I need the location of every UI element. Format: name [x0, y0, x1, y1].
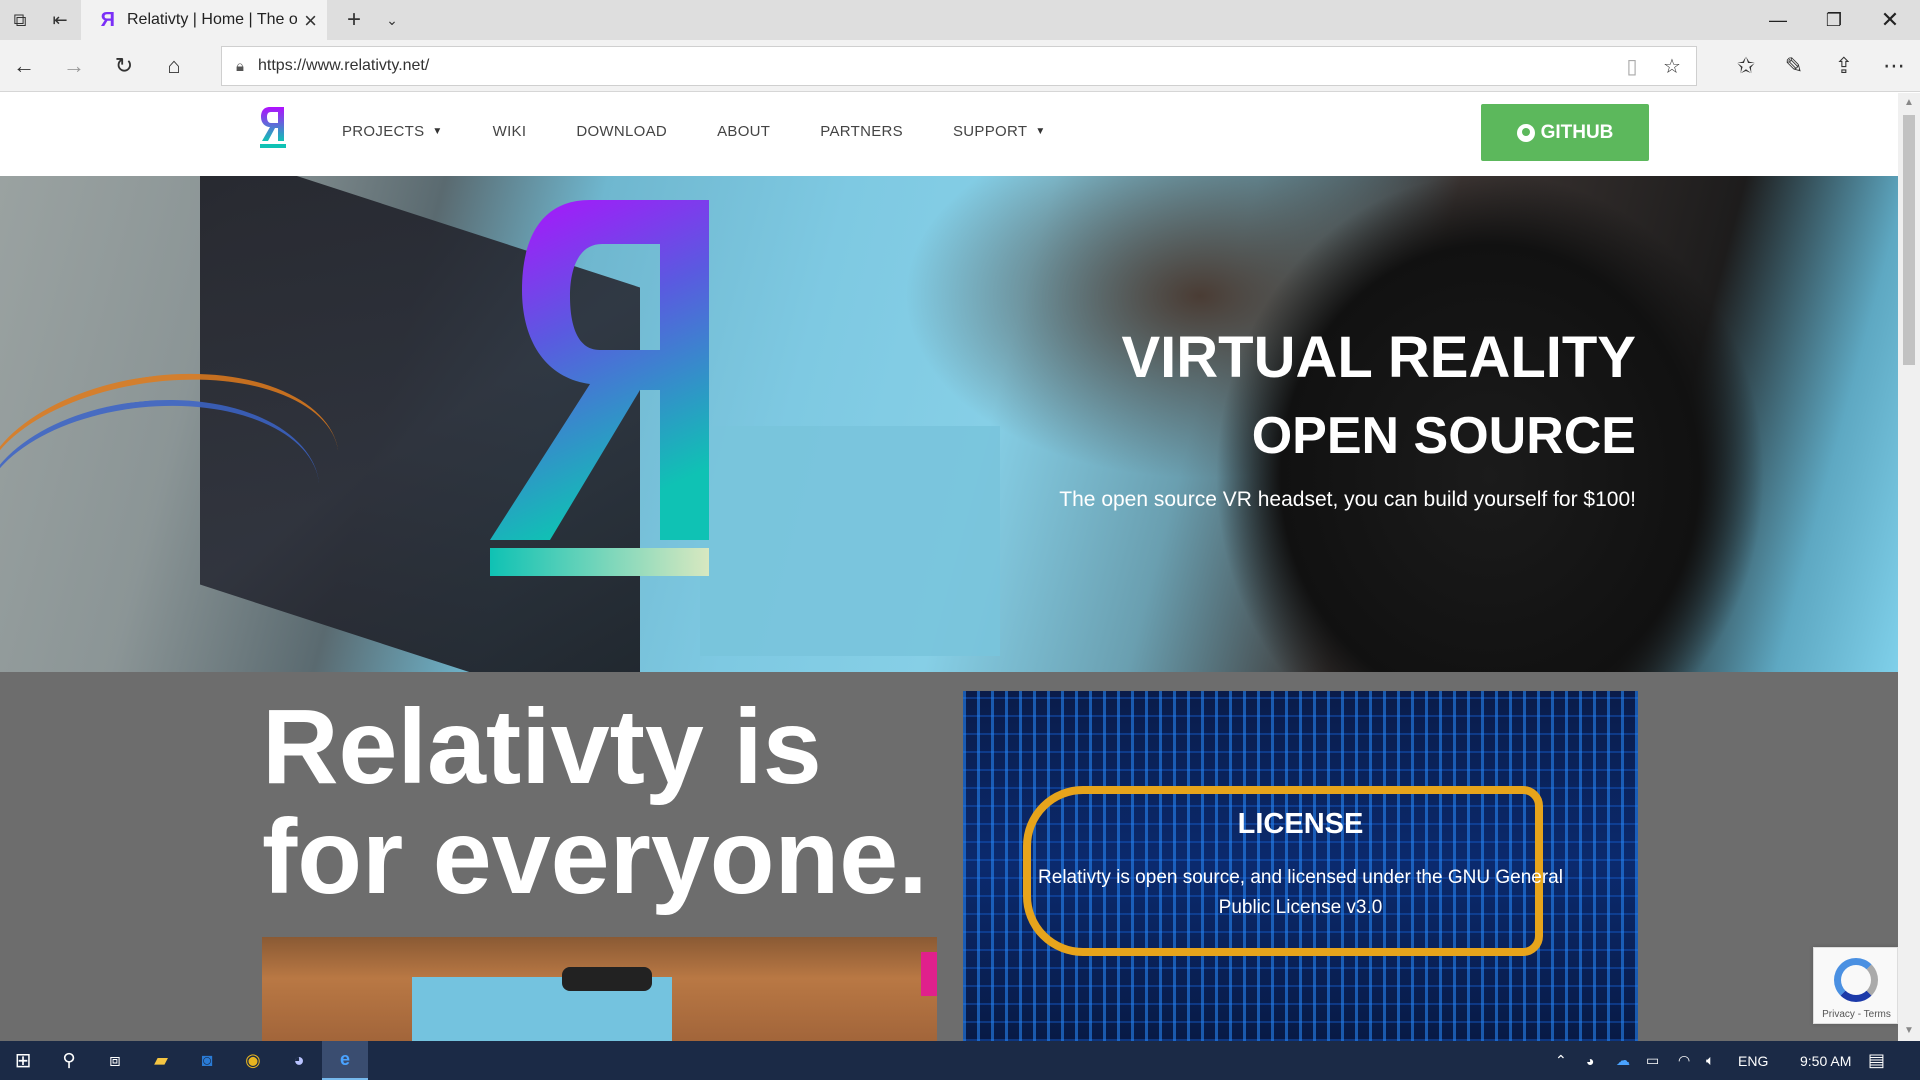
- menu-label: ABOUT: [717, 123, 771, 140]
- menu-item-about[interactable]: ABOUT: [717, 123, 770, 140]
- task-view-icon[interactable]: ⧈: [92, 1041, 138, 1080]
- home-icon[interactable]: ⌂: [154, 46, 194, 86]
- tab-title: Relativty | Home | The o: [127, 11, 297, 28]
- web-page: PROJECTS ▼ WIKI DOWNLOAD ABOUT PARTNERS S…: [0, 93, 1898, 1041]
- minimize-icon[interactable]: —: [1750, 0, 1806, 40]
- github-button-label: GITHUB: [1540, 121, 1614, 143]
- windows-taskbar: ⊞ ⚲ ⧈ ▰ ◙ ◉ ◕ e ⌃ ◕ ☁ ▭ ◠ 🔈︎ ENG 9:50 AM…: [0, 1041, 1920, 1080]
- github-icon: [1516, 123, 1535, 142]
- notes-pen-icon[interactable]: ✎: [1774, 46, 1814, 86]
- outlook-icon[interactable]: ◙: [184, 1041, 230, 1080]
- hero-tagline: The open source VR headset, you can buil…: [1059, 488, 1636, 511]
- chevron-down-icon: ▼: [1035, 126, 1046, 137]
- hero-title: VIRTUAL REALITY: [1121, 325, 1637, 390]
- menu-item-support[interactable]: SUPPORT ▼: [953, 123, 1046, 140]
- edge-icon[interactable]: e: [322, 1041, 368, 1080]
- menu-item-projects[interactable]: PROJECTS ▼: [342, 123, 443, 140]
- browser-navbar: ← → ↻ ⌂ 🔒︎ https://www.relativty.net/ ▯ …: [0, 40, 1920, 92]
- recaptcha-badge[interactable]: Privacy - Terms: [1813, 947, 1898, 1024]
- volume-icon[interactable]: 🔈︎: [1706, 1041, 1714, 1080]
- hero-logo: [490, 200, 709, 576]
- clock-time[interactable]: 9:50 AM: [1800, 1041, 1851, 1080]
- favorites-list-icon[interactable]: ✩: [1726, 46, 1766, 86]
- tab-list-chevron-icon[interactable]: ⌄: [372, 0, 412, 40]
- windows-start-icon[interactable]: ⊞: [0, 1041, 46, 1080]
- menu-item-partners[interactable]: PARTNERS: [820, 123, 903, 140]
- battery-icon[interactable]: ▭: [1646, 1041, 1659, 1080]
- intro-section: Relativty is for everyone. LICENSE Relat…: [0, 672, 1898, 1041]
- wifi-icon[interactable]: ◠: [1678, 1041, 1690, 1080]
- page-scrollbar[interactable]: ▲ ▼: [1898, 93, 1920, 1041]
- action-center-icon[interactable]: ▤: [1868, 1041, 1885, 1080]
- discord-tray-icon[interactable]: ◕: [1586, 1041, 1594, 1080]
- menu-item-wiki[interactable]: WIKI: [493, 123, 527, 140]
- tab-favicon-icon: R: [100, 9, 115, 31]
- recaptcha-icon: [1834, 958, 1878, 1002]
- address-bar[interactable]: 🔒︎ https://www.relativty.net/ ▯ ☆: [221, 46, 1697, 86]
- license-card[interactable]: LICENSE Relativty is open source, and li…: [963, 691, 1638, 1041]
- more-menu-icon[interactable]: ⋯: [1874, 46, 1914, 86]
- discord-icon[interactable]: ◕: [276, 1041, 322, 1080]
- language-indicator[interactable]: ENG: [1738, 1041, 1768, 1080]
- chevron-down-icon: ▼: [432, 126, 443, 137]
- menu-label: SUPPORT: [952, 123, 1028, 140]
- recaptcha-text[interactable]: Privacy - Terms: [1814, 1009, 1898, 1020]
- hero-headset-case: [700, 426, 1000, 656]
- hero-banner: VIRTUAL REALITY OPEN SOURCE The open sou…: [0, 176, 1898, 672]
- url-text: https://www.relativty.net/: [258, 57, 430, 74]
- browser-titlebar: ⧉ ⇤ R Relativty | Home | The o × + ⌄ — ❐…: [0, 0, 1920, 40]
- scroll-down-icon[interactable]: ▼: [1898, 1021, 1920, 1041]
- close-window-icon[interactable]: ✕: [1862, 0, 1918, 40]
- menu-label: WIKI: [492, 123, 527, 140]
- search-icon[interactable]: ⚲: [46, 1041, 92, 1080]
- menu-label: PARTNERS: [820, 123, 903, 140]
- share-icon[interactable]: ⇪: [1824, 46, 1864, 86]
- menu-item-download[interactable]: DOWNLOAD: [576, 123, 667, 140]
- chrome-icon[interactable]: ◉: [230, 1041, 276, 1080]
- cloud-sync-icon[interactable]: ☁: [1616, 1041, 1630, 1080]
- file-explorer-icon[interactable]: ▰: [138, 1041, 184, 1080]
- menu-label: PROJECTS: [342, 123, 425, 140]
- photo-object: [921, 952, 937, 996]
- menu-label: DOWNLOAD: [576, 123, 668, 140]
- github-button[interactable]: GITHUB: [1481, 104, 1649, 161]
- main-menu: PROJECTS ▼ WIKI DOWNLOAD ABOUT PARTNERS S…: [342, 123, 1096, 140]
- scroll-thumb[interactable]: [1903, 115, 1915, 365]
- favorite-star-icon[interactable]: ☆: [1652, 47, 1692, 85]
- refresh-icon[interactable]: ↻: [104, 46, 144, 86]
- hero-subtitle: OPEN SOURCE: [1251, 407, 1636, 465]
- section-headline: Relativty is for everyone.: [262, 692, 928, 912]
- lock-icon: 🔒︎: [236, 57, 244, 75]
- browser-tab[interactable]: R Relativty | Home | The o ×: [81, 0, 327, 40]
- new-tab-icon[interactable]: +: [334, 0, 374, 40]
- show-hidden-icons-chevron-icon[interactable]: ⌃: [1555, 1041, 1567, 1080]
- site-header: PROJECTS ▼ WIKI DOWNLOAD ABOUT PARTNERS S…: [0, 93, 1898, 176]
- tab-preview-icon[interactable]: ⇤: [40, 0, 80, 40]
- back-icon[interactable]: ←: [4, 46, 44, 86]
- headline-line-1: Relativty is: [262, 688, 822, 806]
- site-logo[interactable]: [258, 105, 288, 151]
- license-title: LICENSE: [1237, 808, 1364, 840]
- reading-view-icon[interactable]: ▯: [1612, 47, 1652, 85]
- restore-icon[interactable]: ❐: [1806, 0, 1862, 40]
- headline-line-2: for everyone.: [262, 798, 928, 916]
- tab-close-icon[interactable]: ×: [304, 8, 317, 34]
- license-text: Relativty is open source, and licensed u…: [1038, 867, 1563, 918]
- scroll-up-icon[interactable]: ▲: [1898, 93, 1920, 113]
- tab-set-aside-icon[interactable]: ⧉: [0, 0, 40, 40]
- photo-strap: [562, 967, 652, 991]
- screen: ⧉ ⇤ R Relativty | Home | The o × + ⌄ — ❐…: [0, 0, 1920, 1080]
- forward-icon[interactable]: →: [54, 46, 94, 86]
- headset-photo: [262, 937, 937, 1041]
